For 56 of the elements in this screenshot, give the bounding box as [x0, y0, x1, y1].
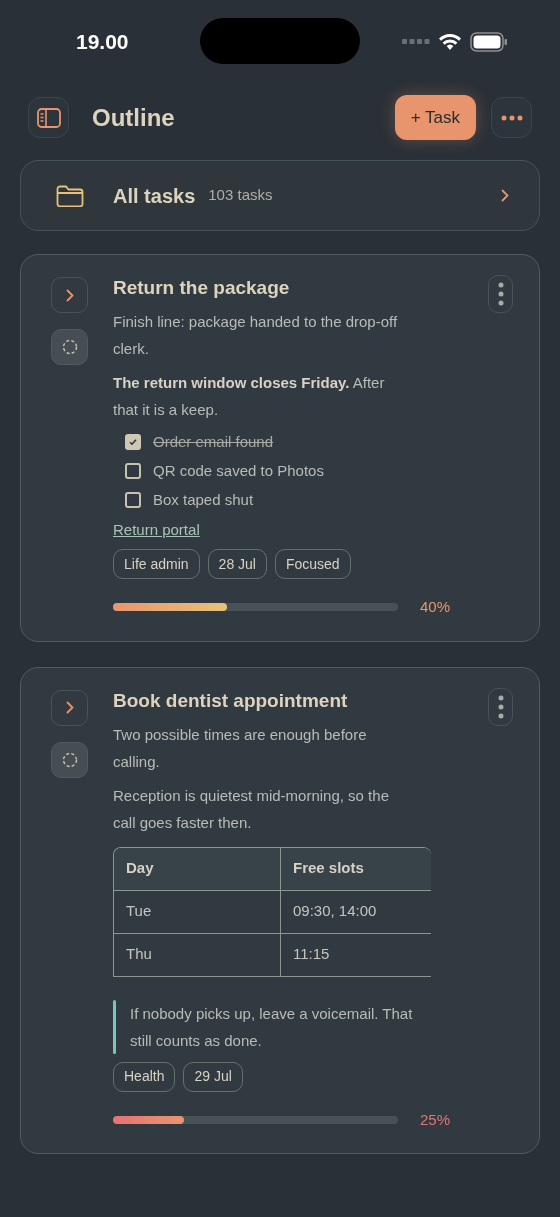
all-tasks-label: All tasks — [113, 183, 196, 209]
vertical-dots-icon — [497, 694, 504, 719]
check-icon — [128, 437, 138, 447]
sidebar-button[interactable] — [28, 97, 69, 138]
status-button[interactable] — [51, 329, 88, 365]
task-note: The return window closes Friday. After that it is a keep. — [113, 373, 386, 420]
more-button[interactable] — [491, 97, 532, 138]
wifi-icon — [438, 33, 462, 51]
status-time: 19.00 — [76, 29, 129, 56]
task-title: Return the package — [113, 276, 291, 300]
checklist-item: QR code saved to Photos — [153, 461, 324, 481]
task-note: Finish line: package handed to the drop-off clerk. — [113, 312, 399, 359]
signal-icon — [402, 39, 430, 45]
column-header: Free slots — [292, 858, 365, 879]
task-count: 103 tasks — [208, 185, 273, 206]
table-cell: Tue — [114, 890, 281, 933]
tag-chip: Life admin — [113, 549, 200, 579]
table-cell-text: 11:15 — [292, 944, 331, 965]
quote-text: If nobody picks up, leave a voicemail. That still counts as done. — [130, 1003, 414, 1051]
tag-chip: Health — [113, 1061, 176, 1092]
dashed-circle-icon — [61, 751, 78, 768]
task-note: Two possible times are enough before calling. — [113, 724, 368, 772]
table-cell-text: 09:30, 14:00 — [292, 901, 378, 922]
expand-button[interactable] — [51, 689, 88, 726]
folder-icon — [56, 184, 84, 207]
dashed-circle-icon — [61, 339, 78, 355]
column-header: Day — [114, 847, 281, 890]
more-button[interactable] — [488, 687, 513, 726]
quote-bar — [113, 999, 116, 1054]
chevron-right-icon — [65, 288, 74, 302]
task-note: Reception is quietest mid-morning, so the call goes faster then. — [113, 785, 390, 833]
add-task-button[interactable]: + Task — [394, 95, 476, 140]
checklist-item: Box taped shut — [153, 490, 254, 510]
checklist-item: Order email found — [153, 432, 274, 452]
battery-icon — [470, 32, 508, 52]
more-button[interactable] — [488, 275, 513, 313]
checkbox[interactable] — [125, 492, 141, 508]
task-title: Book dentist appointment — [113, 688, 349, 713]
status-button[interactable] — [51, 741, 88, 778]
vertical-dots-icon — [497, 282, 504, 306]
table-cell: Thu — [114, 933, 281, 976]
tag-chip: Focused — [274, 549, 351, 579]
checkbox[interactable] — [125, 463, 141, 479]
tag-chip: 29 Jul — [183, 1061, 243, 1092]
tag-chip: 28 Jul — [207, 549, 267, 579]
all-tasks-row[interactable]: All tasks 103 tasks — [20, 160, 540, 231]
page-title: Outline — [92, 102, 175, 133]
chevron-right-icon — [65, 701, 74, 714]
expand-button[interactable] — [51, 277, 88, 313]
chevron-right-icon — [501, 189, 509, 202]
progress-percent: 25% — [420, 1109, 451, 1130]
more-icon — [500, 114, 523, 121]
link[interactable]: Return portal — [113, 519, 200, 541]
progress-percent: 40% — [420, 597, 451, 617]
sidebar-icon — [36, 107, 61, 128]
checkbox[interactable] — [125, 434, 141, 450]
